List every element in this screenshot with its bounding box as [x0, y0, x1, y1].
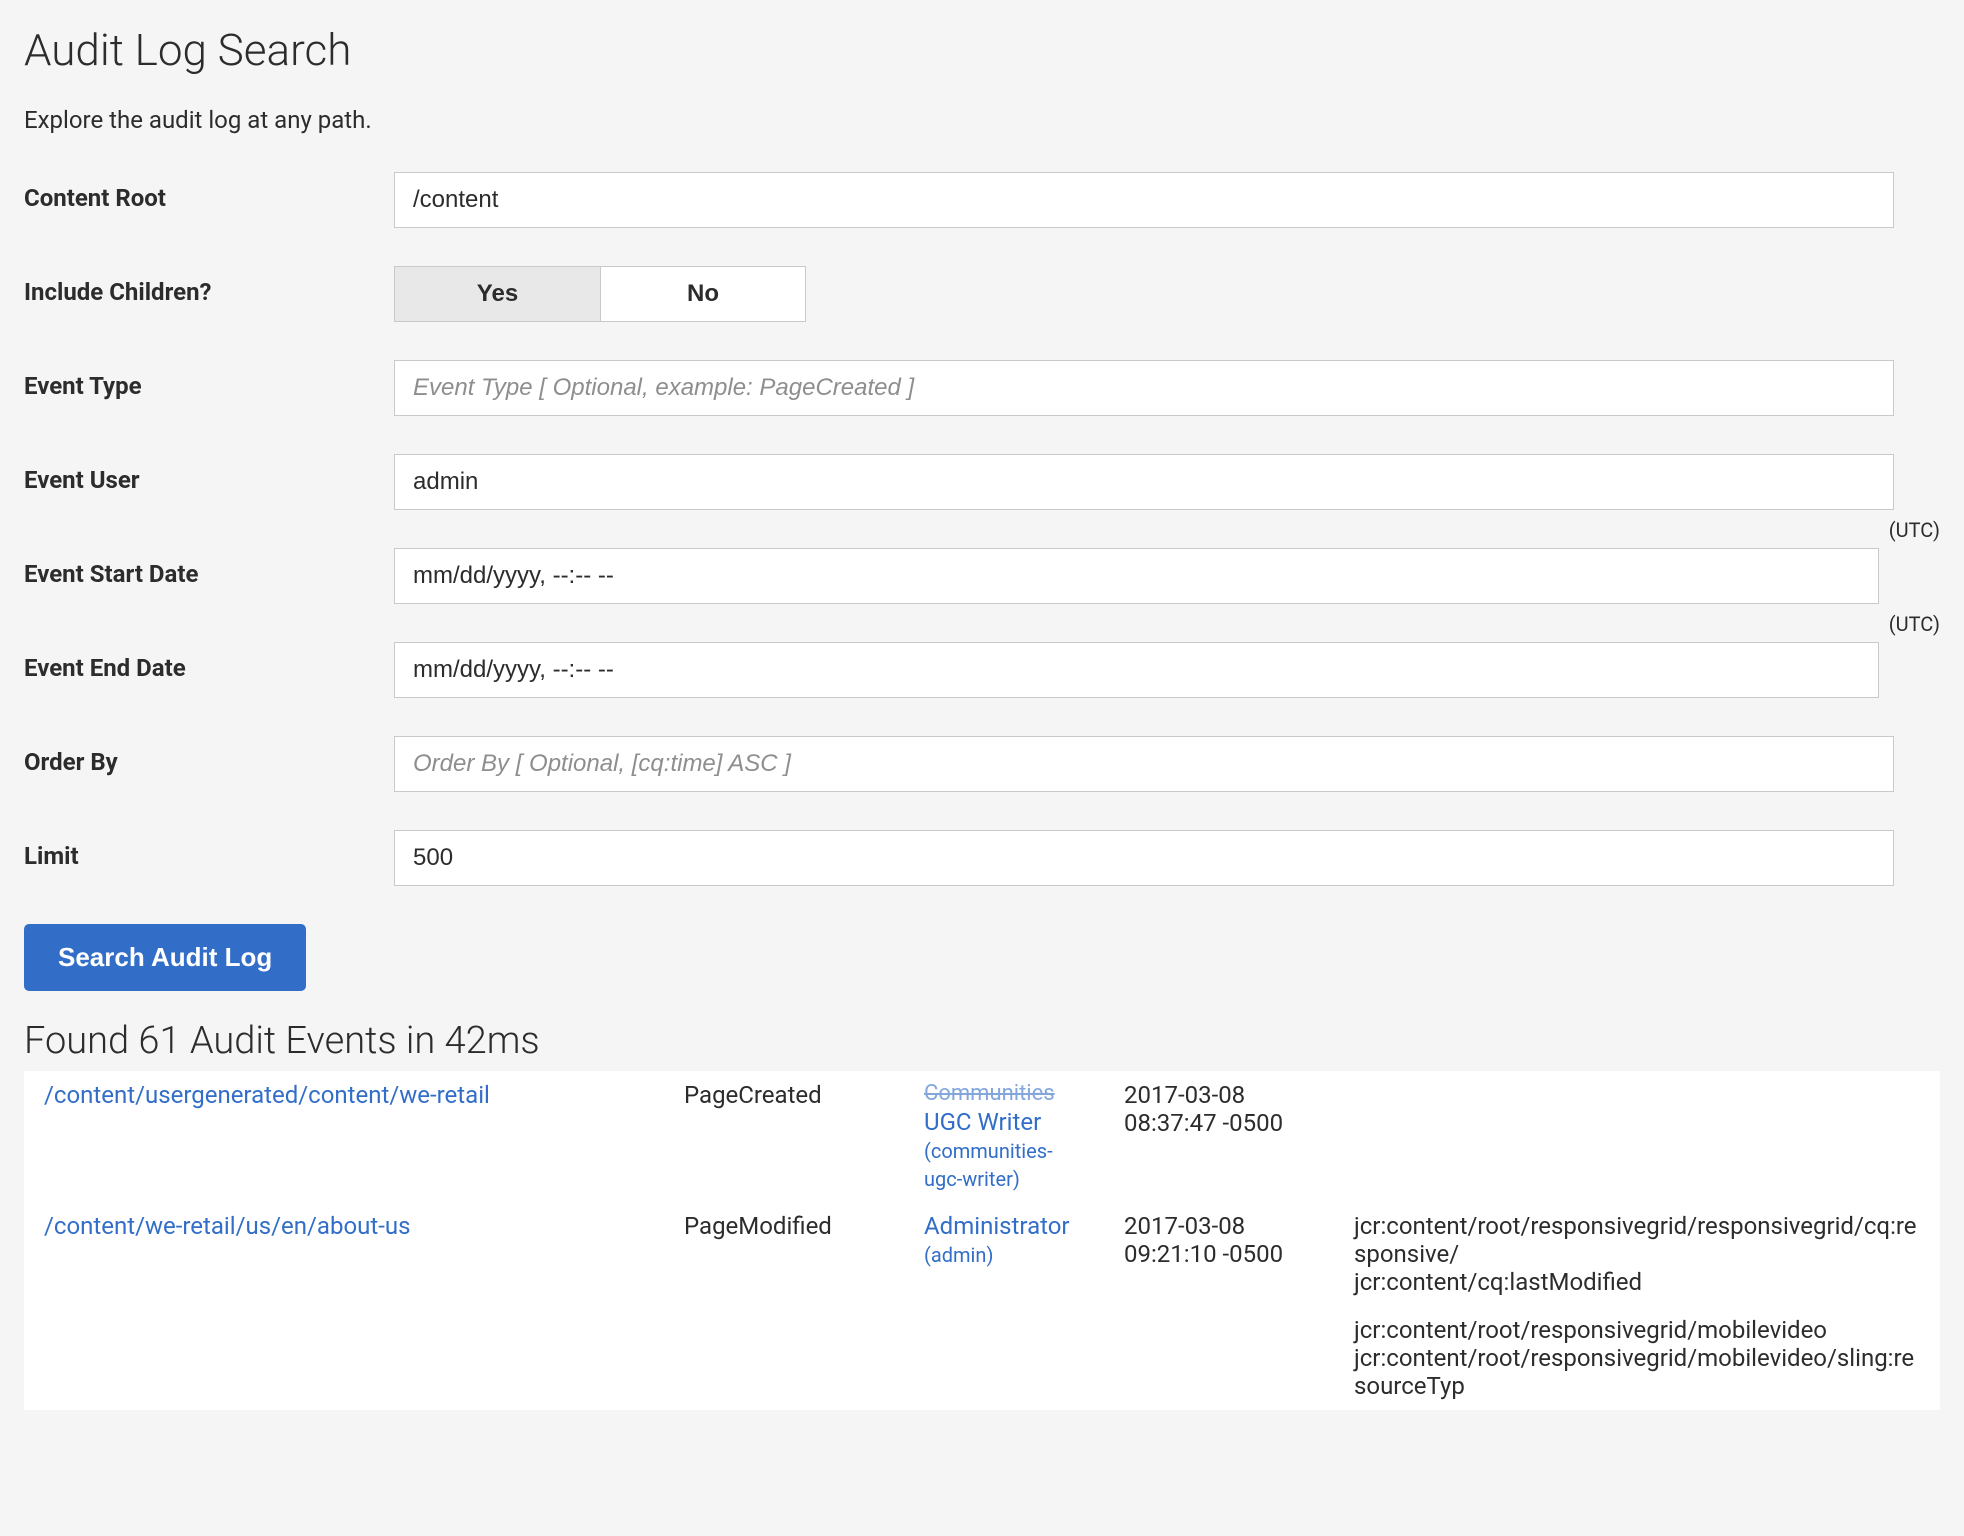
audit-user-id: (communities-ugc-writer)	[924, 1139, 1053, 1191]
content-root-input[interactable]	[394, 172, 1894, 228]
audit-user-link[interactable]: Administrator	[924, 1212, 1070, 1240]
start-date-label: Event Start Date	[24, 548, 394, 588]
audit-user-link[interactable]: UGC Writer	[924, 1108, 1041, 1136]
event-user-label: Event User	[24, 454, 394, 494]
limit-input[interactable]	[394, 830, 1894, 886]
start-date-input[interactable]	[394, 548, 1879, 604]
page-description: Explore the audit log at any path.	[24, 106, 1940, 134]
audit-time: 2017-03-08 08:37:47 -0500	[1104, 1071, 1334, 1202]
include-children-label: Include Children?	[24, 266, 394, 306]
results-panel: /content/usergenerated/content/we-retail…	[24, 1071, 1940, 1410]
event-type-label: Event Type	[24, 360, 394, 400]
event-type-input[interactable]	[394, 360, 1894, 416]
end-date-utc-note: (UTC)	[1889, 612, 1940, 636]
audit-event-type: PageCreated	[664, 1071, 904, 1202]
limit-label: Limit	[24, 830, 394, 870]
content-root-label: Content Root	[24, 172, 394, 212]
table-row: jcr:content/root/responsivegrid/mobilevi…	[24, 1306, 1940, 1410]
audit-user-id: (admin)	[924, 1243, 993, 1267]
event-user-input[interactable]	[394, 454, 1894, 510]
audit-path-link[interactable]: /content/we-retail/us/en/about-us	[44, 1212, 410, 1240]
audit-properties: jcr:content/root/responsivegrid/responsi…	[1334, 1202, 1940, 1306]
audit-user	[904, 1306, 1104, 1410]
end-date-label: Event End Date	[24, 642, 394, 682]
audit-user: Administrator (admin)	[904, 1202, 1104, 1306]
order-by-input[interactable]	[394, 736, 1894, 792]
search-audit-log-button[interactable]: Search Audit Log	[24, 924, 306, 991]
results-heading: Found 61 Audit Events in 42ms	[24, 1019, 1940, 1063]
audit-path-link[interactable]: /content/usergenerated/content/we-retail	[44, 1081, 490, 1109]
audit-properties	[1334, 1071, 1940, 1202]
audit-time: 2017-03-08 09:21:10 -0500	[1104, 1202, 1334, 1306]
start-date-utc-note: (UTC)	[1889, 518, 1940, 542]
audit-time	[1104, 1306, 1334, 1410]
audit-event-type	[664, 1306, 904, 1410]
end-date-input[interactable]	[394, 642, 1879, 698]
include-children-yes[interactable]: Yes	[395, 267, 600, 321]
order-by-label: Order By	[24, 736, 394, 776]
table-row: /content/we-retail/us/en/about-us PageMod…	[24, 1202, 1940, 1306]
audit-event-type: PageModified	[664, 1202, 904, 1306]
include-children-no[interactable]: No	[600, 267, 805, 321]
audit-properties: jcr:content/root/responsivegrid/mobilevi…	[1334, 1306, 1940, 1410]
include-children-toggle: Yes No	[394, 266, 806, 322]
table-row: /content/usergenerated/content/we-retail…	[24, 1071, 1940, 1202]
page-title: Audit Log Search	[24, 24, 1940, 76]
audit-user: CommunitiesUGC Writer(communities-ugc-wr…	[904, 1071, 1104, 1202]
